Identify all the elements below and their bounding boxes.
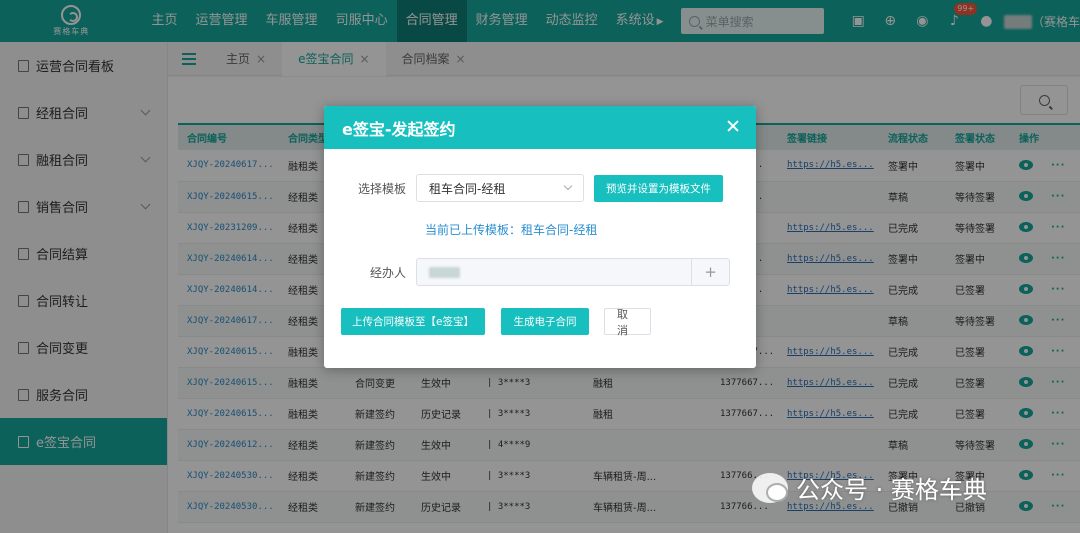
generate-contract-button[interactable]: 生成电子合同 [501, 308, 589, 335]
agent-field[interactable]: ████ + [416, 258, 730, 286]
dialog-header: e签宝-发起签约 [324, 106, 756, 149]
template-row: 选择模板 租车合同-经租 预览并设置为模板文件 [324, 174, 723, 202]
esign-initiate-dialog: e签宝-发起签约 选择模板 租车合同-经租 预览并设置为模板文件 当前已上传模板… [324, 106, 756, 368]
agent-label: 经办人 [369, 265, 406, 280]
template-select[interactable]: 租车合同-经租 [416, 174, 584, 202]
agent-row: 经办人 ████ + [324, 258, 730, 286]
close-icon[interactable] [726, 119, 740, 133]
cancel-button[interactable]: 取消 [604, 308, 651, 337]
watermark: 公众号 · 赛格车典 [752, 470, 987, 505]
template-label: 选择模板 [357, 181, 406, 196]
chevron-down-icon [563, 181, 573, 191]
wechat-logo-icon [752, 472, 788, 503]
uploaded-template-hint: 当前已上传模板：租车合同-经租 [425, 223, 598, 237]
agent-value-redacted: ████ [429, 266, 460, 278]
plus-icon[interactable]: + [691, 259, 729, 285]
upload-template-button[interactable]: 上传合同模板至【e签宝】 [341, 308, 485, 335]
dialog-actions: 上传合同模板至【e签宝】 生成电子合同 取消 [341, 308, 651, 337]
preview-set-template-button[interactable]: 预览并设置为模板文件 [594, 174, 723, 202]
template-select-value: 租车合同-经租 [429, 181, 506, 196]
dialog-title: e签宝-发起签约 [342, 119, 456, 139]
watermark-text: 公众号 · 赛格车典 [796, 476, 987, 504]
